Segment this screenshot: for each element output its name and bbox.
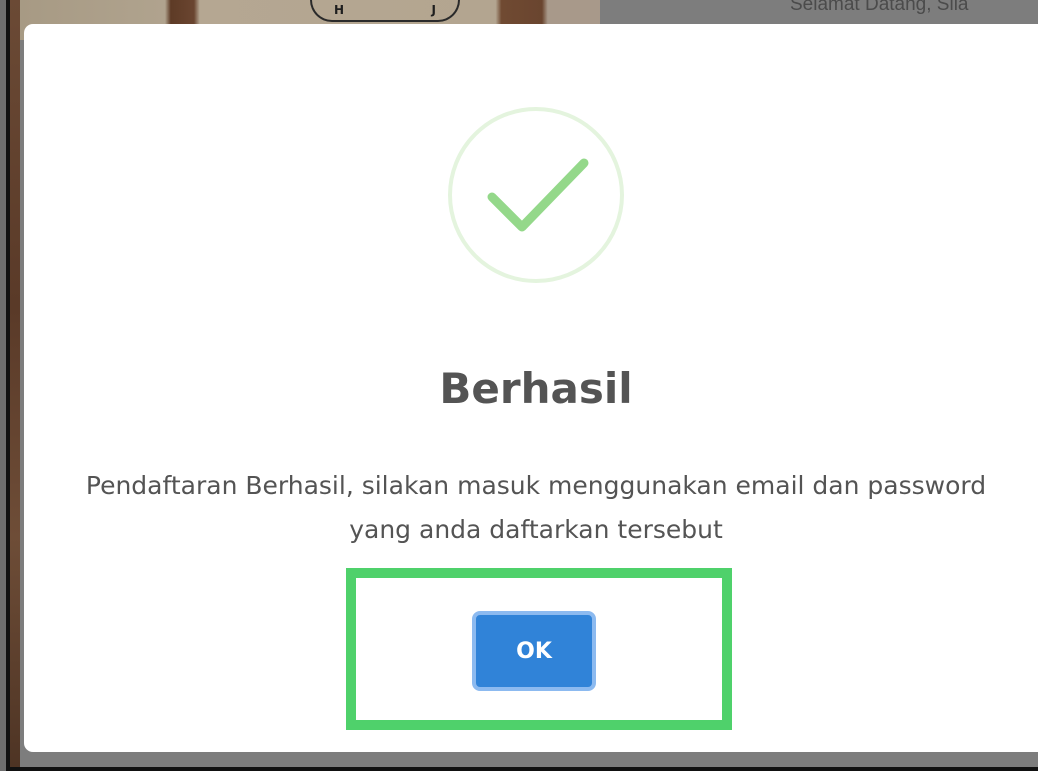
background-emblem: H J — [310, 0, 460, 22]
success-dialog: Berhasil Pendaftaran Berhasil, silakan m… — [24, 24, 1038, 752]
screenshot-frame: H J Selamat Datang, Sila Berhasil Pendaf… — [6, 0, 1038, 771]
success-check-icon — [448, 107, 624, 283]
background-welcome-text: Selamat Datang, Sila — [790, 0, 969, 15]
dialog-title: Berhasil — [439, 364, 633, 413]
emblem-letter-j: J — [431, 3, 436, 17]
ok-button[interactable]: OK — [472, 611, 596, 691]
checkmark-icon — [487, 158, 589, 232]
emblem-letter-h: H — [334, 3, 345, 17]
background-photo-edge — [10, 0, 20, 767]
dialog-message: Pendaftaran Berhasil, silakan masuk meng… — [85, 471, 987, 544]
